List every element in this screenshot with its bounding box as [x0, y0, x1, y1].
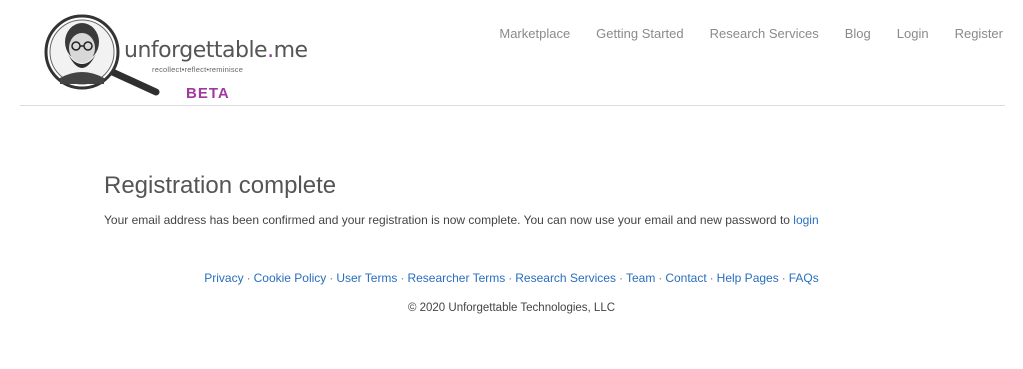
- footer-link-privacy[interactable]: Privacy: [204, 271, 243, 285]
- nav-getting-started[interactable]: Getting Started: [596, 26, 683, 41]
- main-content: Registration complete Your email address…: [104, 172, 964, 228]
- footer-link-contact[interactable]: Contact: [665, 271, 706, 285]
- confirmation-message: Your email address has been confirmed an…: [104, 212, 964, 228]
- page-title: Registration complete: [104, 172, 337, 199]
- footer-separator: ·: [781, 271, 786, 285]
- footer-separator: ·: [400, 271, 405, 285]
- nav-login[interactable]: Login: [897, 26, 929, 41]
- login-link[interactable]: login: [793, 213, 818, 227]
- footer-link-cookie-policy[interactable]: Cookie Policy: [254, 271, 327, 285]
- footer-links: Privacy · Cookie Policy · User Terms · Researc…: [0, 270, 1023, 286]
- footer-link-researcher-terms[interactable]: Researcher Terms: [407, 271, 505, 285]
- site-logo[interactable]: unforgettable.me recollect•reflect•remin…: [38, 12, 308, 104]
- footer-link-research-services[interactable]: Research Services: [515, 271, 616, 285]
- footer-separator: ·: [658, 271, 663, 285]
- nav-research-services[interactable]: Research Services: [710, 26, 819, 41]
- beta-badge: BETA: [186, 85, 230, 102]
- footer-link-help-pages[interactable]: Help Pages: [717, 271, 779, 285]
- logo-wordmark: unforgettable.me: [124, 40, 308, 62]
- logo-wordmark-main: unforgettable: [124, 38, 268, 63]
- footer-separator: ·: [246, 271, 251, 285]
- nav-marketplace[interactable]: Marketplace: [499, 26, 570, 41]
- footer-separator: ·: [618, 271, 623, 285]
- site-header: unforgettable.me recollect•reflect•remin…: [20, 0, 1005, 106]
- footer-separator: ·: [709, 271, 714, 285]
- nav-register[interactable]: Register: [955, 26, 1003, 41]
- footer-link-team[interactable]: Team: [626, 271, 655, 285]
- copyright-notice: © 2020 Unforgettable Technologies, LLC: [407, 302, 616, 314]
- logo-tagline: recollect•reflect•reminisce: [152, 65, 244, 74]
- logo-wordmark-tld: me: [273, 38, 308, 63]
- nav-blog[interactable]: Blog: [845, 26, 871, 41]
- footer-separator: ·: [508, 271, 513, 285]
- footer-separator: ·: [329, 271, 334, 285]
- confirmation-text: Your email address has been confirmed an…: [104, 213, 794, 227]
- main-nav: Marketplace Getting Started Research Ser…: [473, 26, 1003, 41]
- footer-link-user-terms[interactable]: User Terms: [336, 271, 397, 285]
- footer-link-faqs[interactable]: FAQs: [789, 271, 819, 285]
